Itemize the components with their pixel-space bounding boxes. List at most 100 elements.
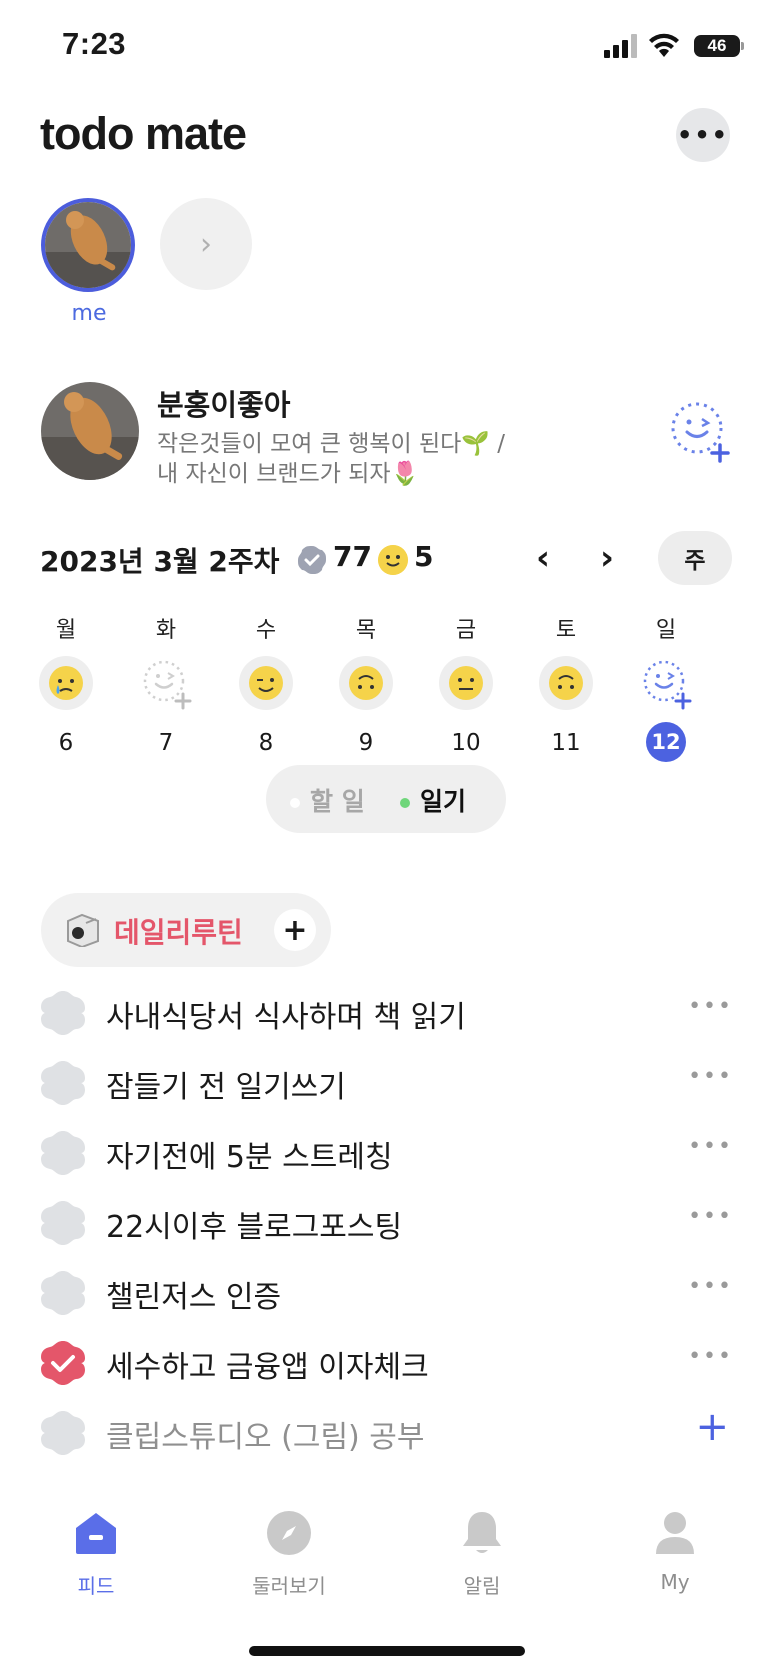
day-column[interactable]: 수8 xyxy=(236,612,296,762)
task-more-button[interactable]: ••• xyxy=(688,994,733,1019)
task-more-button[interactable]: ••• xyxy=(688,1274,733,1299)
checkbox-icon[interactable] xyxy=(40,1200,86,1246)
wifi-icon xyxy=(649,33,679,57)
week-title: 2023년 3월 2주차 xyxy=(40,545,280,578)
day-name: 토 xyxy=(555,618,577,643)
add-task-button[interactable]: + xyxy=(695,1404,729,1450)
me-label: me xyxy=(71,301,107,326)
compass-icon xyxy=(267,1511,311,1555)
day-number: 7 xyxy=(158,730,174,756)
neutral-face-icon[interactable] xyxy=(439,656,493,710)
bell-icon xyxy=(463,1512,501,1553)
day-column[interactable]: 화7 xyxy=(136,612,196,762)
tab-todo[interactable]: 할 일 xyxy=(290,782,365,818)
battery-cap xyxy=(741,42,744,50)
checkbox-icon[interactable] xyxy=(40,1130,86,1176)
prev-week-button[interactable]: ‹ xyxy=(536,538,550,578)
day-name: 화 xyxy=(155,618,177,643)
task-text: 챌린저스 인증 xyxy=(106,1280,282,1315)
add-mood-icon[interactable] xyxy=(139,656,193,710)
nav-feed[interactable]: 피드 xyxy=(36,1508,156,1599)
day-number: 11 xyxy=(551,730,581,756)
task-more-button[interactable]: ••• xyxy=(688,1064,733,1089)
day-column[interactable]: 목9 xyxy=(336,612,396,762)
task-text: 클립스튜디오 (그림) 공부 xyxy=(106,1420,425,1455)
list-item[interactable]: 사내식당서 식사하며 책 읽기 ••• xyxy=(40,978,733,1048)
day-name: 수 xyxy=(255,618,277,643)
list-item[interactable]: 챌린저스 인증 ••• xyxy=(40,1258,733,1328)
add-mood-button[interactable] xyxy=(670,401,732,463)
profile-avatar xyxy=(41,382,139,480)
profile-bio-line1: 작은것들이 모여 큰 행복이 된다🌱 / xyxy=(157,431,506,457)
nav-explore-label: 둘러보기 xyxy=(252,1574,326,1598)
next-week-button[interactable]: › xyxy=(600,538,614,578)
add-mood-icon[interactable] xyxy=(639,656,693,710)
day-name: 일 xyxy=(655,618,677,643)
task-text: 자기전에 5분 스트레칭 xyxy=(106,1140,393,1175)
day-column[interactable]: 일 12 xyxy=(636,612,696,762)
battery-indicator: 46 xyxy=(694,35,740,57)
add-routine-task-button[interactable]: + xyxy=(274,909,316,951)
routine-box-icon xyxy=(67,913,99,947)
app-logo: todo mate xyxy=(40,108,247,159)
tab-diary-label: 일기 xyxy=(420,787,467,816)
checked-checkbox-icon[interactable] xyxy=(40,1340,86,1386)
task-text: 세수하고 금융앱 이자체크 xyxy=(106,1350,429,1385)
my-avatar-button[interactable] xyxy=(41,198,135,292)
winking-face-icon[interactable] xyxy=(239,656,293,710)
task-more-button[interactable]: ••• xyxy=(688,1134,733,1159)
friends-more-button[interactable]: › xyxy=(160,198,252,290)
day-name: 목 xyxy=(355,618,377,643)
check-count-icon xyxy=(298,546,326,574)
more-menu-button[interactable]: ••• xyxy=(676,108,730,162)
upside-down-face-icon[interactable] xyxy=(539,656,593,710)
home-icon xyxy=(76,1513,116,1554)
person-icon xyxy=(656,1512,694,1554)
list-item[interactable]: 자기전에 5분 스트레칭 ••• xyxy=(40,1118,733,1188)
nav-alerts-label: 알림 xyxy=(463,1574,501,1598)
profile-name: 분홍이좋아 xyxy=(157,388,291,422)
task-text: 사내식당서 식사하며 책 읽기 xyxy=(106,1000,466,1035)
nav-explore[interactable]: 둘러보기 xyxy=(229,1508,349,1599)
cat-photo-icon xyxy=(45,202,131,288)
day-column[interactable]: 토 11 xyxy=(536,612,596,762)
day-number: 8 xyxy=(258,730,274,756)
day-name: 금 xyxy=(455,618,477,643)
list-item[interactable]: 잠들기 전 일기쓰기 ••• xyxy=(40,1048,733,1118)
signal-icon xyxy=(604,34,637,58)
list-item[interactable]: 22시이후 블로그포스팅 ••• xyxy=(40,1188,733,1258)
day-number: 9 xyxy=(358,730,374,756)
profile-bio-line2: 내 자신이 브랜드가 되자🌷 xyxy=(157,461,420,487)
day-column[interactable]: 금 10 xyxy=(436,612,496,762)
nav-alerts[interactable]: 알림 xyxy=(422,1508,542,1599)
day-number: 10 xyxy=(451,730,481,756)
list-item[interactable]: 세수하고 금융앱 이자체크 ••• xyxy=(40,1328,733,1398)
chevron-right-icon: › xyxy=(200,226,212,262)
diary-dot xyxy=(400,798,410,808)
more-icon: ••• xyxy=(676,121,730,149)
checkbox-icon[interactable] xyxy=(40,1410,86,1456)
day-number-today: 12 xyxy=(646,722,686,762)
list-item[interactable]: 클립스튜디오 (그림) 공부 + xyxy=(40,1398,733,1468)
status-time: 7:23 xyxy=(62,26,127,61)
tab-diary[interactable]: 일기 xyxy=(400,782,466,818)
nav-feed-label: 피드 xyxy=(77,1574,115,1598)
crying-face-icon[interactable] xyxy=(39,656,93,710)
cat-photo-icon xyxy=(41,382,139,480)
checkbox-icon[interactable] xyxy=(40,990,86,1036)
checkbox-icon[interactable] xyxy=(40,1060,86,1106)
upside-down-face-icon[interactable] xyxy=(339,656,393,710)
mood-count: 5 xyxy=(414,540,434,573)
nav-my[interactable]: My xyxy=(615,1508,735,1594)
chevron-left-icon: ‹ xyxy=(536,538,551,578)
routine-label: 데일리루틴 xyxy=(114,916,243,949)
todo-dot xyxy=(290,798,300,808)
task-text: 잠들기 전 일기쓰기 xyxy=(106,1070,346,1105)
day-column[interactable]: 월6 xyxy=(36,612,96,762)
home-indicator xyxy=(249,1646,525,1656)
task-more-button[interactable]: ••• xyxy=(688,1344,733,1369)
week-view-toggle[interactable]: 주 xyxy=(658,531,732,585)
plus-icon: + xyxy=(282,912,308,948)
task-more-button[interactable]: ••• xyxy=(688,1204,733,1229)
checkbox-icon[interactable] xyxy=(40,1270,86,1316)
